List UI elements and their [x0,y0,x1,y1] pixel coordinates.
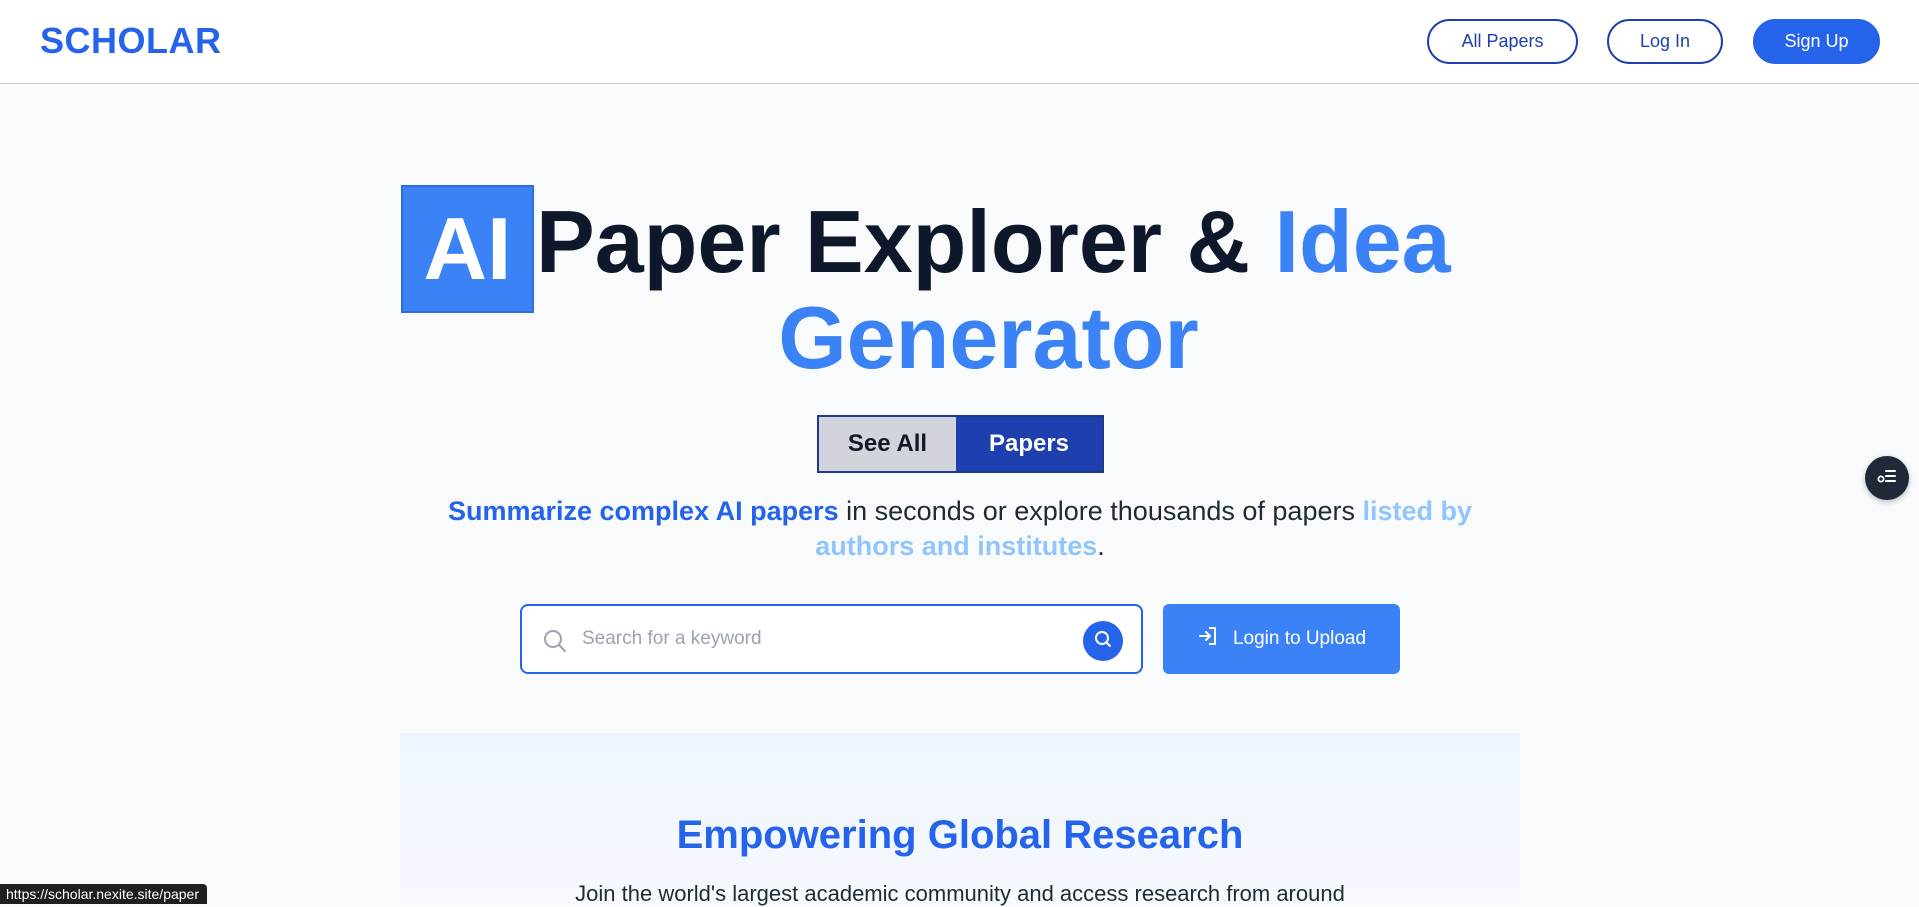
login-to-upload-button[interactable]: Login to Upload [1163,604,1400,674]
status-url: https://scholar.nexite.site/paper [0,884,207,904]
toggle-see-all[interactable]: See All [819,417,956,471]
research-title: Empowering Global Research [676,813,1244,857]
search-icon [542,628,568,654]
subtitle-highlight-1: Summarize complex AI papers [447,496,839,526]
search-input[interactable] [582,606,1062,672]
login-button[interactable]: Log In [1607,19,1723,64]
hero-title-text: Paper Explorer & Idea [536,186,1451,288]
subtitle-period: . [1097,531,1105,561]
toggle-papers[interactable]: Papers [956,417,1102,471]
search-box [520,604,1143,674]
signup-button[interactable]: Sign Up [1753,19,1880,64]
hero-title-accent-2: Generator [778,288,1199,387]
research-text: Join the world's largest academic commun… [575,881,1345,906]
hero-title-accent-1: Idea [1274,192,1451,291]
research-section: Empowering Global Research Join the worl… [400,733,1520,906]
upload-label: Login to Upload [1232,628,1367,649]
login-arrow-icon [1197,625,1219,653]
view-toggle: See All Papers [817,415,1104,473]
hero-title-row-2: Generator [0,292,1919,384]
logo[interactable]: SCHOLAR [40,20,222,62]
floating-menu-button[interactable] [1865,456,1909,500]
all-papers-button[interactable]: All Papers [1427,19,1578,64]
hero-title-main: Paper Explorer & [536,192,1275,291]
top-navbar: SCHOLAR All Papers Log In Sign Up [0,0,1919,84]
hero-subtitle: Summarize complex AI papers in seconds o… [430,494,1490,564]
search-submit-button[interactable] [1083,621,1123,661]
search-icon [1093,629,1113,654]
list-settings-icon [1876,465,1898,492]
subtitle-text: in seconds or explore thousands of paper… [838,496,1363,526]
